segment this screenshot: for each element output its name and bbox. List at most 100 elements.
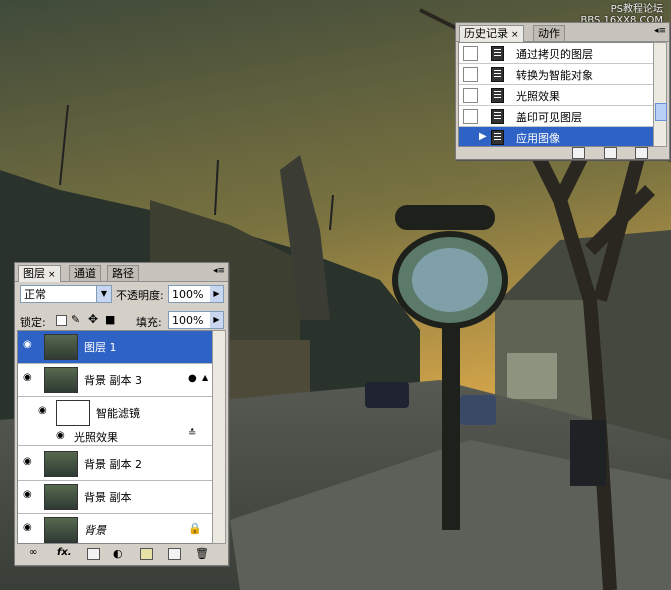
layers-footer: ∞ fx. ◐ 🗑 bbox=[17, 547, 226, 561]
filter-effect-row[interactable]: ◉ 光照效果 ≛ bbox=[18, 427, 212, 446]
chevron-down-icon[interactable]: ▼ bbox=[96, 286, 111, 302]
smart-filter-icon[interactable]: ● bbox=[188, 373, 197, 384]
history-item[interactable]: 转换为智能对象 bbox=[459, 64, 655, 85]
history-item-label: 应用图像 bbox=[516, 132, 560, 145]
layer-name[interactable]: 背景 副本 bbox=[84, 489, 132, 505]
layers-scrollbar[interactable] bbox=[212, 330, 226, 544]
layer-name[interactable]: 背景 副本 3 bbox=[84, 372, 142, 388]
snapshot-source-checkbox[interactable] bbox=[463, 130, 478, 145]
folder-icon[interactable] bbox=[140, 548, 153, 560]
adjustment-icon[interactable]: ◐ bbox=[113, 547, 123, 560]
layer-thumbnail bbox=[44, 367, 78, 393]
lock-all-icon[interactable]: ■ bbox=[105, 313, 115, 326]
scroll-thumb[interactable] bbox=[655, 103, 667, 121]
snapshot-source-checkbox[interactable] bbox=[463, 67, 478, 82]
layer-name[interactable]: 背景 副本 2 bbox=[84, 456, 142, 472]
smart-filter-label[interactable]: 智能滤镜 bbox=[96, 405, 140, 421]
mask-icon[interactable] bbox=[87, 548, 100, 560]
history-state-icon bbox=[491, 130, 504, 145]
trash-icon[interactable] bbox=[635, 147, 648, 159]
fill-label: 填充: bbox=[136, 316, 162, 329]
close-icon[interactable]: × bbox=[48, 270, 56, 280]
snapshot-source-checkbox[interactable] bbox=[463, 88, 478, 103]
tab-actions[interactable]: 动作 bbox=[533, 25, 565, 41]
layer-name[interactable]: 背景 bbox=[84, 522, 106, 538]
layer-thumbnail bbox=[44, 517, 78, 543]
layers-list: ◉ 图层 1 ◉ 背景 副本 3 ● ▲ ◉ 智能滤镜 ◉ 光照效果 ≛ ◉ 背… bbox=[17, 330, 213, 544]
eye-icon[interactable]: ◉ bbox=[23, 373, 35, 383]
new-layer-icon[interactable] bbox=[168, 548, 181, 560]
tab-channels-label: 通道 bbox=[74, 267, 96, 280]
watermark-line1: PS教程论坛 bbox=[610, 4, 663, 15]
lock-transparency-icon[interactable] bbox=[56, 315, 67, 326]
eye-icon[interactable]: ◉ bbox=[56, 431, 68, 441]
layers-tabs: 图层 × 通道 路径 ◂≡ bbox=[15, 263, 228, 282]
history-list: 通过拷贝的图层 转换为智能对象 光照效果 盖印可见图层 ▶ 应用图像 bbox=[458, 42, 656, 147]
lock-paint-brush-icon[interactable]: ✎ bbox=[71, 313, 80, 326]
chevron-right-icon[interactable]: ▶ bbox=[210, 286, 223, 302]
layer-thumbnail bbox=[44, 334, 78, 360]
blend-mode-value: 正常 bbox=[24, 288, 46, 301]
tab-layers[interactable]: 图层 × bbox=[18, 265, 61, 282]
smart-filter-row[interactable]: ◉ 智能滤镜 bbox=[18, 397, 212, 427]
blend-mode-select[interactable]: 正常 ▼ bbox=[20, 285, 112, 303]
eye-icon[interactable]: ◉ bbox=[23, 457, 35, 467]
layer-row-selected[interactable]: ◉ 图层 1 bbox=[18, 331, 212, 364]
history-state-icon bbox=[491, 67, 504, 82]
layer-name[interactable]: 图层 1 bbox=[84, 339, 117, 355]
eye-icon[interactable]: ◉ bbox=[38, 406, 50, 416]
tab-history[interactable]: 历史记录 × bbox=[459, 25, 524, 42]
blend-row: 正常 ▼ 不透明度: 100% ▶ bbox=[18, 285, 225, 307]
history-item[interactable]: 通过拷贝的图层 bbox=[459, 43, 655, 64]
chevron-up-icon[interactable]: ▲ bbox=[202, 373, 208, 382]
panel-menu-icon[interactable]: ◂≡ bbox=[213, 266, 225, 276]
layer-row[interactable]: ◉ 背景 副本 3 ● ▲ bbox=[18, 364, 212, 397]
snapshot-camera-icon[interactable] bbox=[604, 147, 617, 159]
link-icon[interactable]: ∞ bbox=[29, 547, 37, 558]
trash-icon[interactable]: 🗑 bbox=[195, 547, 209, 560]
layer-row[interactable]: ◉ 背景 副本 2 bbox=[18, 448, 212, 481]
history-item[interactable]: 光照效果 bbox=[459, 85, 655, 106]
history-tabs: 历史记录 × 动作 ◂≡ bbox=[456, 23, 669, 42]
layer-row[interactable]: ◉ 背景 副本 bbox=[18, 481, 212, 514]
lock-icon: 🔒 bbox=[188, 522, 202, 535]
close-icon[interactable]: × bbox=[511, 30, 519, 40]
snapshot-source-checkbox[interactable] bbox=[463, 46, 478, 61]
layer-thumbnail bbox=[44, 451, 78, 477]
new-document-icon[interactable] bbox=[572, 147, 585, 159]
opacity-field[interactable]: 100% ▶ bbox=[168, 285, 224, 303]
eye-icon[interactable]: ◉ bbox=[23, 340, 35, 350]
fx-icon[interactable]: fx. bbox=[57, 547, 72, 558]
filter-mask-thumbnail bbox=[56, 400, 90, 426]
history-item-selected[interactable]: ▶ 应用图像 bbox=[459, 127, 655, 146]
tab-layers-label: 图层 bbox=[23, 267, 45, 280]
history-item-label: 光照效果 bbox=[516, 90, 560, 103]
snapshot-source-checkbox[interactable] bbox=[463, 109, 478, 124]
history-item[interactable]: 盖印可见图层 bbox=[459, 106, 655, 127]
history-item-label: 通过拷贝的图层 bbox=[516, 48, 593, 61]
history-state-icon bbox=[491, 46, 504, 61]
eye-icon[interactable]: ◉ bbox=[23, 523, 35, 533]
tab-history-label: 历史记录 bbox=[464, 27, 508, 40]
history-panel: 历史记录× 动作 ◂≡ 通过拷贝的图层 转换为智能对象 光照效果 盖印可见图层 bbox=[455, 22, 670, 160]
tab-channels[interactable]: 通道 bbox=[69, 265, 101, 281]
panel-menu-icon[interactable]: ◂≡ bbox=[654, 26, 666, 36]
history-state-icon bbox=[491, 88, 504, 103]
lock-move-icon[interactable]: ✥ bbox=[88, 312, 98, 326]
chevron-right-icon[interactable]: ▶ bbox=[210, 312, 223, 328]
tab-paths[interactable]: 路径 bbox=[107, 265, 139, 281]
lock-label: 锁定: bbox=[20, 316, 46, 329]
layers-panel: 图层 × 通道 路径 ◂≡ 正常 ▼ 不透明度: 100% ▶ 锁定: ✎ ✥ ■… bbox=[14, 262, 229, 566]
eye-icon[interactable]: ◉ bbox=[23, 490, 35, 500]
history-item-label: 转换为智能对象 bbox=[516, 69, 593, 82]
opacity-value: 100% bbox=[172, 288, 204, 301]
tab-actions-label: 动作 bbox=[538, 27, 560, 40]
history-scrollbar[interactable] bbox=[653, 42, 667, 147]
history-item-label: 盖印可见图层 bbox=[516, 111, 582, 124]
layer-thumbnail bbox=[44, 484, 78, 510]
fill-field[interactable]: 100% ▶ bbox=[168, 311, 224, 329]
filter-options-icon[interactable]: ≛ bbox=[188, 428, 196, 439]
current-state-arrow-icon: ▶ bbox=[479, 131, 487, 142]
layer-row-background[interactable]: ◉ 背景 🔒 bbox=[18, 514, 212, 543]
filter-effect-label[interactable]: 光照效果 bbox=[74, 429, 118, 445]
